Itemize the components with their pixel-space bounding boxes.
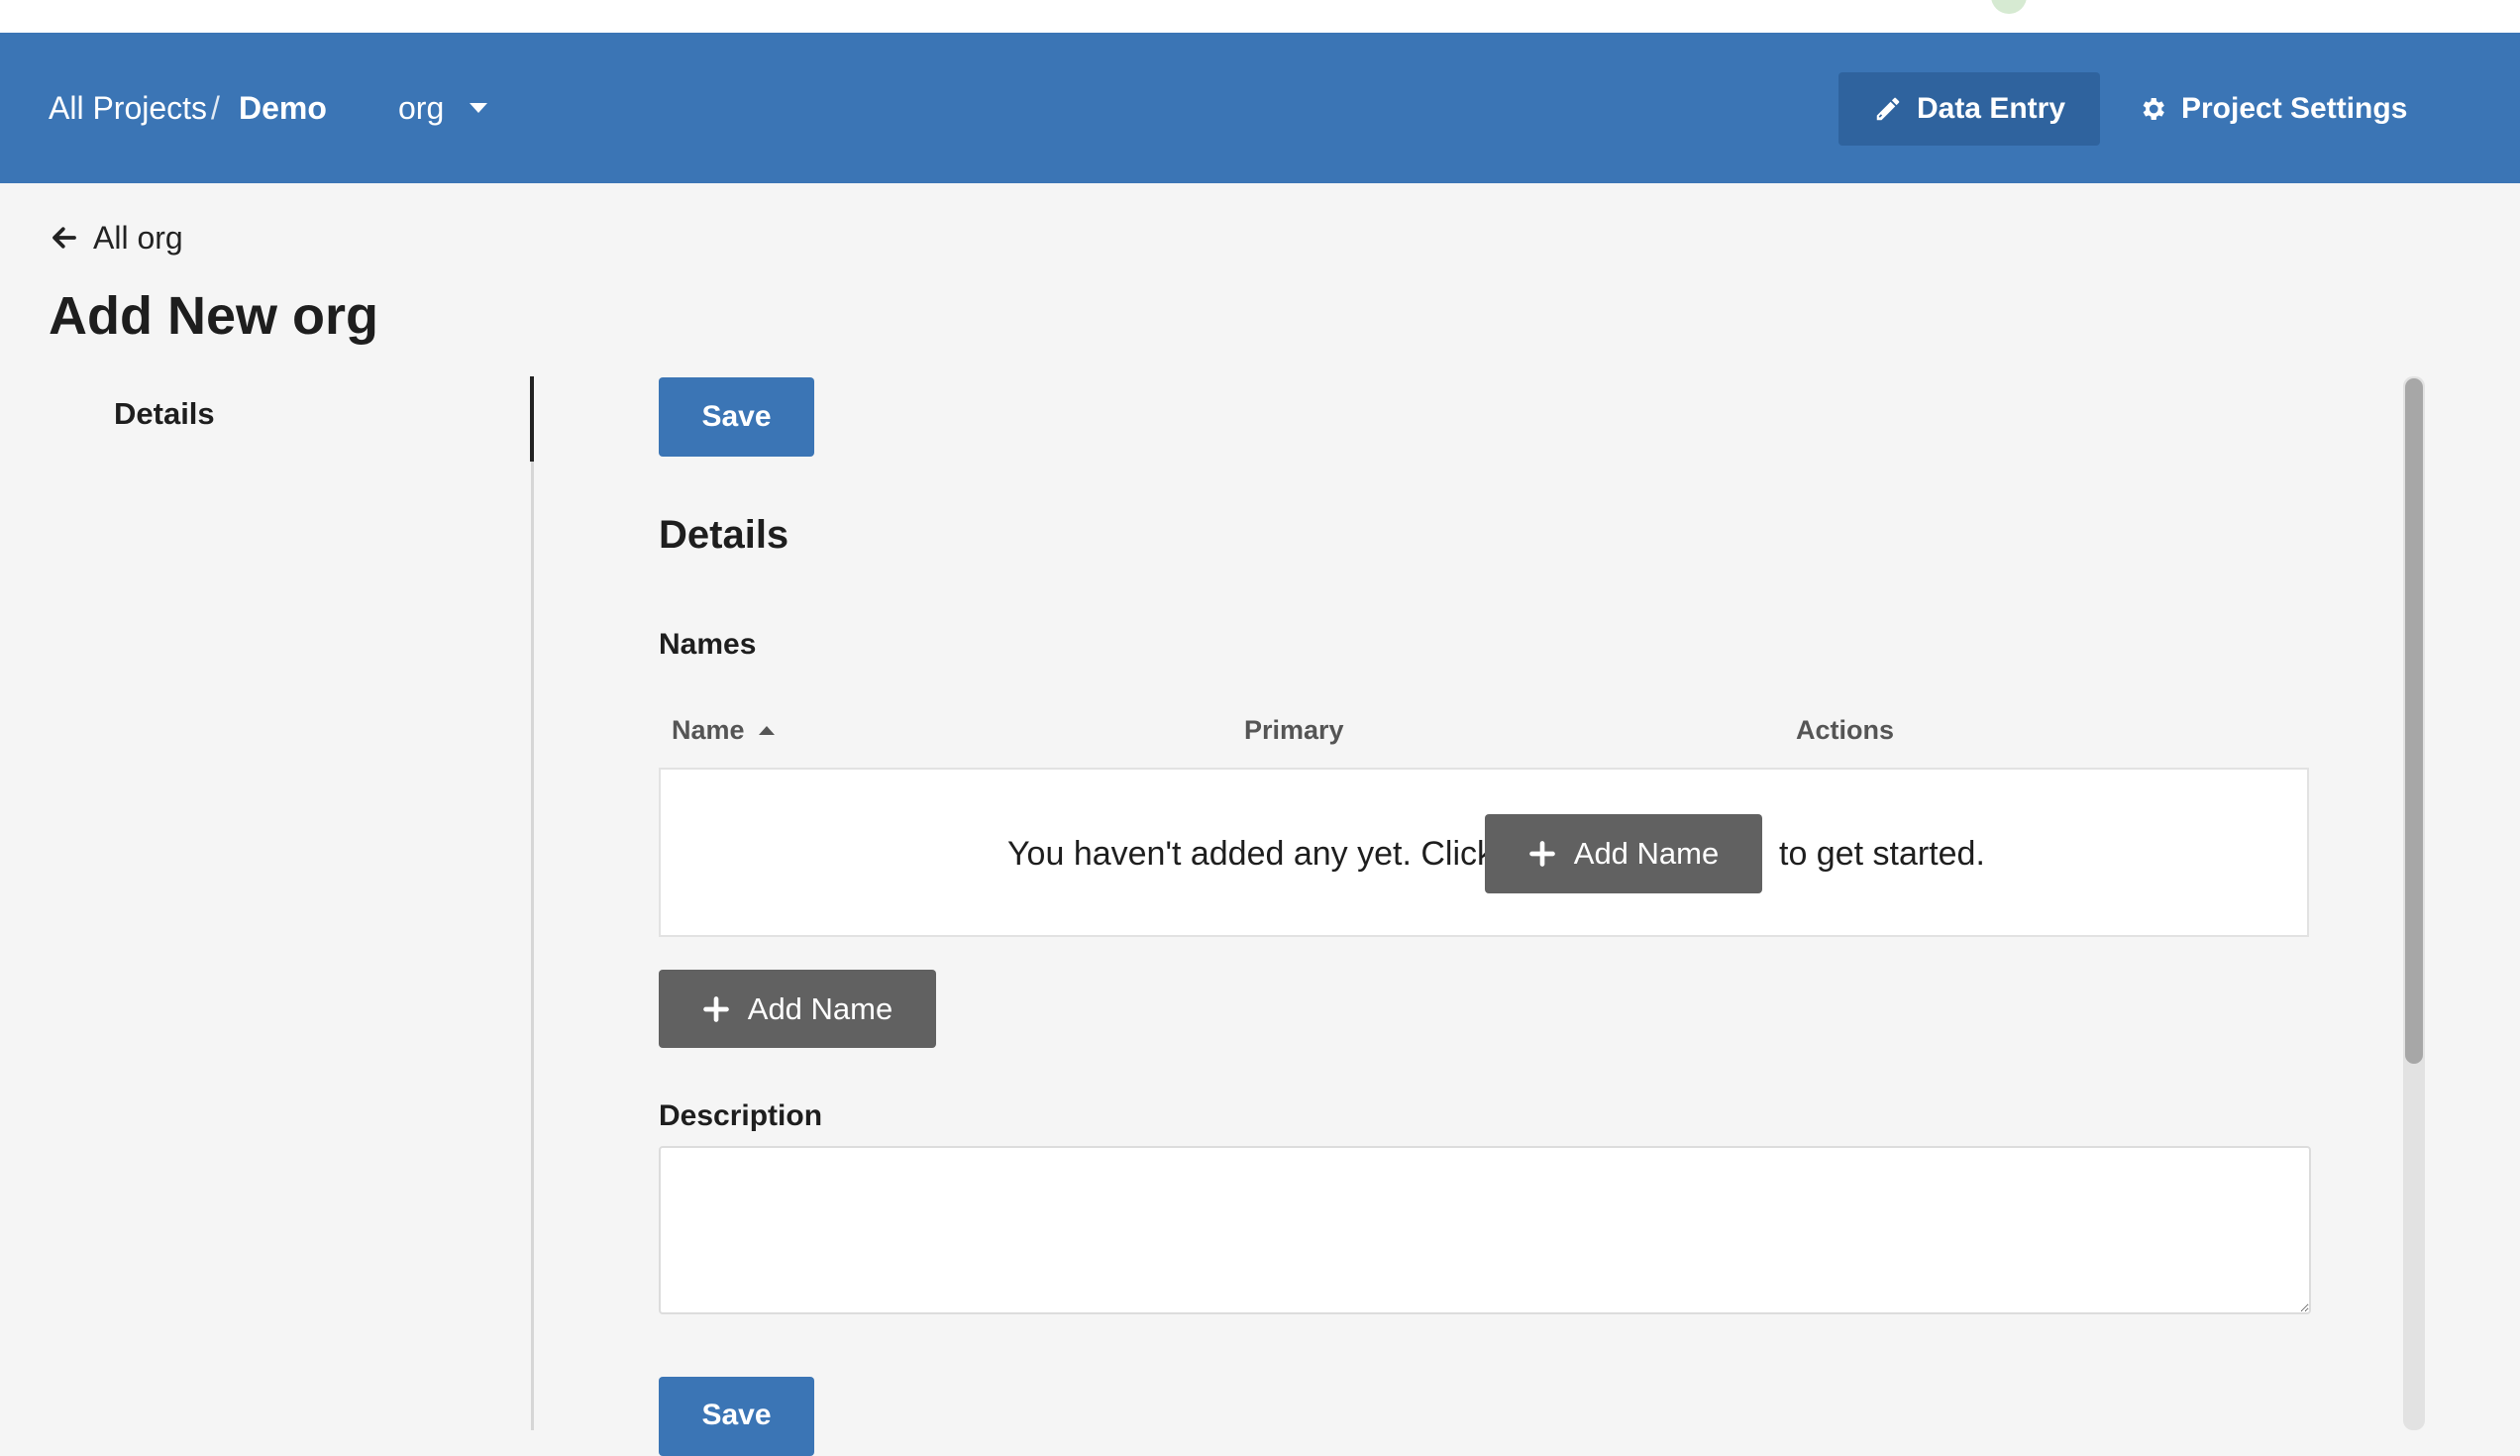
column-header-actions: Actions (1796, 715, 1895, 745)
type-selector-label: org (398, 89, 445, 126)
logo-fragment (1991, 0, 2027, 14)
add-name-inline-label: Add Name (1573, 836, 1720, 871)
pencil-icon (1876, 97, 1900, 121)
project-navbar: All Projects / Demo org Data Entry Proje… (0, 33, 2520, 183)
plus-icon (702, 995, 729, 1022)
section-nav-item-details[interactable]: Details (114, 396, 215, 432)
names-empty-state: You haven't added any yet. Click Add Nam… (659, 768, 2309, 937)
add-name-button[interactable]: Add Name (659, 970, 936, 1048)
section-heading: Details (659, 513, 789, 557)
names-label: Names (659, 628, 757, 661)
nav-rail (531, 462, 534, 1430)
caret-down-icon (470, 103, 488, 113)
column-header-name-label: Name (672, 715, 745, 745)
section-nav: Details (49, 376, 534, 1430)
top-strip (0, 0, 2520, 33)
active-indicator (530, 376, 534, 462)
back-link-label: All org (93, 219, 183, 256)
gear-icon (2143, 98, 2164, 120)
breadcrumb-all-projects[interactable]: All Projects (49, 33, 207, 183)
back-to-list-link[interactable]: All org (50, 216, 183, 260)
scrollbar-thumb[interactable] (2405, 378, 2423, 1064)
data-entry-label: Data Entry (1916, 92, 2066, 125)
data-entry-button[interactable]: Data Entry (1838, 72, 2100, 146)
project-settings-label: Project Settings (2181, 92, 2408, 125)
save-button-top[interactable]: Save (659, 377, 814, 457)
type-selector-dropdown[interactable]: org (398, 33, 488, 183)
plus-icon (1528, 841, 1555, 867)
save-button-bottom[interactable]: Save (659, 1377, 814, 1456)
description-label: Description (659, 1099, 823, 1132)
project-settings-button[interactable]: Project Settings (2138, 72, 2407, 146)
caret-up-icon (758, 726, 775, 735)
breadcrumb-project[interactable]: Demo (239, 33, 327, 183)
column-header-primary: Primary (1244, 715, 1344, 745)
empty-state-prefix: You haven't added any yet. Click (1007, 835, 1495, 873)
page-title: Add New org (49, 286, 378, 346)
empty-state-suffix: to get started. (1779, 835, 1985, 873)
add-name-inline-button[interactable]: Add Name (1485, 814, 1762, 893)
add-name-label: Add Name (747, 990, 893, 1026)
column-header-name[interactable]: Name (672, 715, 775, 746)
logo-text-fragment (2041, 0, 2239, 12)
description-textarea[interactable] (659, 1146, 2311, 1314)
breadcrumb-separator: / (211, 89, 220, 126)
arrow-left-icon (52, 227, 76, 249)
